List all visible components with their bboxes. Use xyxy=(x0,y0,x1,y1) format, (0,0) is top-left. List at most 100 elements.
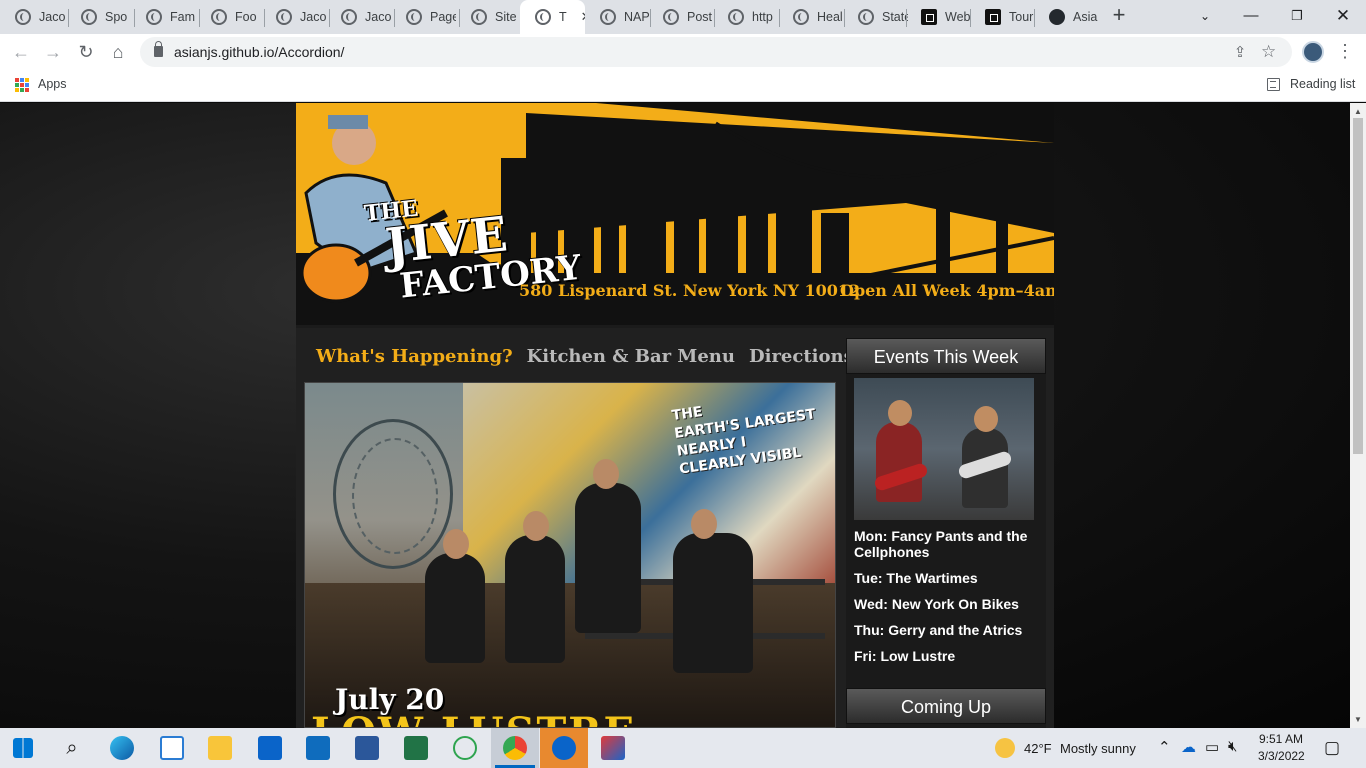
tab-search-chevron-icon[interactable]: ⌄ xyxy=(1194,5,1216,27)
clock-date[interactable]: 3/3/2022 xyxy=(1258,749,1305,763)
tab-5[interactable]: Jaco xyxy=(326,3,391,31)
profile-avatar[interactable] xyxy=(1302,41,1324,63)
volume-muted-icon[interactable]: 🔇︎ xyxy=(1228,738,1237,755)
nav-whats-happening[interactable]: What's Happening? xyxy=(316,346,513,367)
globe-icon xyxy=(276,9,292,25)
scroll-thumb[interactable] xyxy=(1353,118,1363,454)
excel-icon[interactable] xyxy=(404,736,428,760)
close-window-button[interactable]: ✕ xyxy=(1332,5,1354,27)
edge-icon[interactable] xyxy=(110,736,134,760)
globe-icon xyxy=(406,9,422,25)
tab-label: Post xyxy=(687,10,713,24)
tab-1[interactable]: Spo xyxy=(66,3,131,31)
snipping-tool-icon[interactable] xyxy=(601,736,625,760)
clock-time[interactable]: 9:51 AM xyxy=(1259,732,1303,746)
nav-directions[interactable]: Directions xyxy=(749,346,854,367)
weather-sun-icon[interactable] xyxy=(995,738,1015,758)
more-menu-icon[interactable]: ⋮ xyxy=(1336,41,1354,63)
event-item-tue[interactable]: Tue: The Wartimes xyxy=(854,570,1042,586)
tab-0[interactable]: Jaco xyxy=(0,3,65,31)
page-viewport: THE JIVE FACTORY 580 Lispenard St. New Y… xyxy=(0,103,1350,728)
globe-icon xyxy=(15,9,31,25)
tab-label: http xyxy=(752,10,773,24)
band-member xyxy=(673,509,753,673)
reading-list-icon[interactable] xyxy=(1267,78,1280,91)
tab-label: Foo xyxy=(235,10,257,24)
scroll-down-arrow-icon[interactable]: ▼ xyxy=(1354,715,1362,724)
events-list: Mon: Fancy Pants and the Cellphones Tue:… xyxy=(854,528,1042,674)
home-button[interactable]: ⌂ xyxy=(106,40,130,64)
tab-8-active[interactable]: T✕ xyxy=(520,0,585,34)
band-member xyxy=(575,459,641,633)
tab-6[interactable]: Page xyxy=(391,3,456,31)
tab-9[interactable]: NAP xyxy=(585,3,650,31)
tab-11[interactable]: http xyxy=(713,3,778,31)
windows-start-icon[interactable] xyxy=(13,738,33,758)
minimize-button[interactable]: — xyxy=(1240,5,1262,27)
tray-chevron-up-icon[interactable]: ⌃ xyxy=(1158,738,1171,756)
tab-15[interactable]: Tour xyxy=(970,3,1035,31)
tab-16[interactable]: Asia xyxy=(1034,3,1098,31)
store-icon[interactable] xyxy=(160,736,184,760)
tab-7[interactable]: Site xyxy=(456,3,521,31)
ferris-wheel xyxy=(333,419,453,569)
apps-bookmark[interactable]: Apps xyxy=(38,77,67,91)
featured-event-image[interactable]: THE EARTH'S LARGEST NEARLY I CLEARLY VIS… xyxy=(304,382,836,728)
tab-label: Fam xyxy=(170,10,195,24)
lock-icon[interactable] xyxy=(154,41,163,57)
venue-hours: Open All Week 4pm–4am xyxy=(840,281,1054,300)
globe-icon xyxy=(793,9,809,25)
chrome-icon[interactable] xyxy=(503,736,527,760)
events-this-week-heading: Events This Week xyxy=(846,338,1046,374)
share-icon[interactable]: ⇪ xyxy=(1231,43,1249,61)
tab-label: Heal xyxy=(817,10,843,24)
square-logo-icon xyxy=(921,9,937,25)
tab-2[interactable]: Fam xyxy=(131,3,196,31)
search-icon[interactable]: ⌕ xyxy=(60,736,84,760)
globe-icon xyxy=(663,9,679,25)
outlook-icon[interactable] xyxy=(306,736,330,760)
main-content: What's Happening? Kitchen & Bar Menu Dir… xyxy=(296,328,1054,728)
tab-10[interactable]: Post xyxy=(648,3,713,31)
event-item-mon[interactable]: Mon: Fancy Pants and the Cellphones xyxy=(854,528,1042,560)
new-tab-button[interactable]: + xyxy=(1108,4,1130,27)
event-item-wed[interactable]: Wed: New York On Bikes xyxy=(854,596,1042,612)
atom-icon[interactable] xyxy=(453,736,477,760)
onedrive-icon[interactable] xyxy=(552,736,576,760)
notifications-icon[interactable]: ▢ xyxy=(1324,738,1340,758)
weather-temp[interactable]: 42°F xyxy=(1024,741,1052,756)
scroll-up-arrow-icon[interactable]: ▲ xyxy=(1354,107,1362,116)
event-band-name: LOW LUSTRE xyxy=(311,713,636,728)
weather-condition[interactable]: Mostly sunny xyxy=(1060,741,1136,756)
back-button[interactable]: ← xyxy=(9,40,33,64)
url-text[interactable]: asianjs.github.io/Accordion/ xyxy=(174,44,344,60)
globe-icon xyxy=(341,9,357,25)
tab-13[interactable]: State xyxy=(843,3,908,31)
tab-label: Asia xyxy=(1073,10,1098,24)
tab-3[interactable]: Foo xyxy=(196,3,261,31)
onedrive-tray-icon[interactable]: ☁ xyxy=(1181,738,1196,756)
network-icon[interactable]: ▭ xyxy=(1205,738,1219,756)
event-item-thu[interactable]: Thu: Gerry and the Atrics xyxy=(854,622,1042,638)
bookmark-star-icon[interactable]: ☆ xyxy=(1261,42,1276,62)
events-photo[interactable] xyxy=(854,378,1034,520)
tab-12[interactable]: Heal xyxy=(778,3,843,31)
reading-list-button[interactable]: Reading list xyxy=(1290,77,1355,91)
band-member xyxy=(505,511,565,663)
file-explorer-icon[interactable] xyxy=(208,736,232,760)
mail-icon[interactable] xyxy=(258,736,282,760)
reload-button[interactable]: ↻ xyxy=(74,40,98,64)
forward-button[interactable]: → xyxy=(41,40,65,64)
apps-grid-icon[interactable] xyxy=(15,78,29,92)
tab-label: Jaco xyxy=(39,10,65,24)
page-scrollbar[interactable]: ▲ ▼ xyxy=(1350,103,1366,728)
tab-14[interactable]: Web xyxy=(906,3,971,31)
event-item-fri[interactable]: Fri: Low Lustre xyxy=(854,648,1042,664)
address-bar[interactable]: asianjs.github.io/Accordion/ ⇪ ☆ xyxy=(140,37,1292,67)
globe-icon xyxy=(211,9,227,25)
restore-button[interactable]: ❐ xyxy=(1286,5,1308,27)
main-nav: What's Happening? Kitchen & Bar Menu Dir… xyxy=(316,346,854,367)
tab-4[interactable]: Jaco xyxy=(261,3,326,31)
nav-kitchen-bar-menu[interactable]: Kitchen & Bar Menu xyxy=(527,346,735,367)
word-icon[interactable] xyxy=(355,736,379,760)
